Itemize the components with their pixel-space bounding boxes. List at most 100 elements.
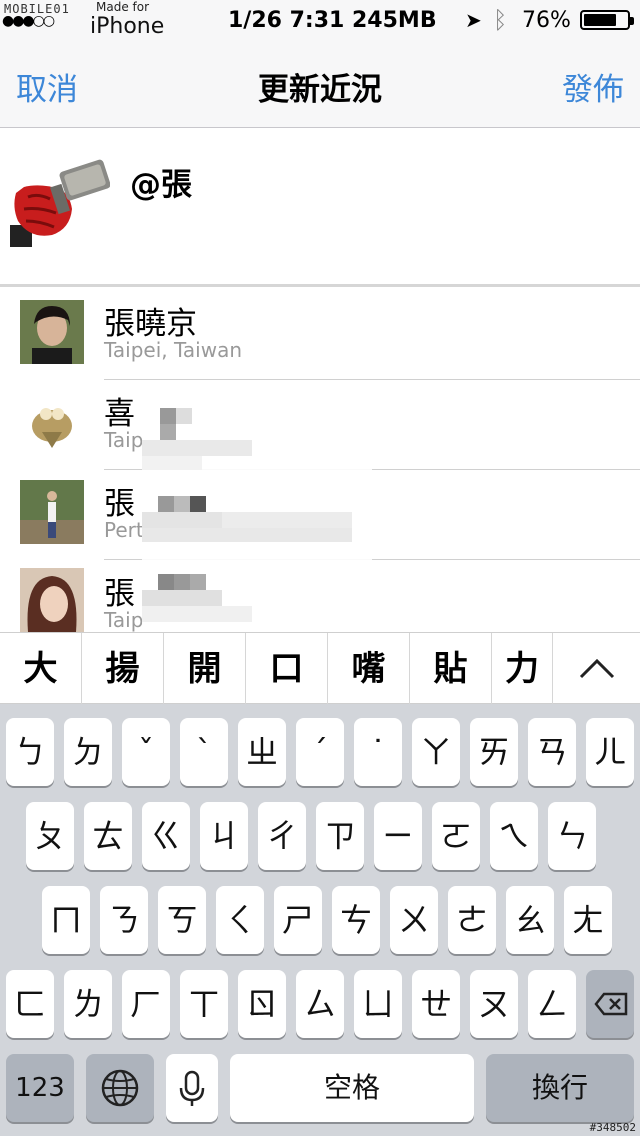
battery-icon bbox=[580, 10, 634, 30]
mention-suggestions: 張曉京 Taipei, Taiwan 喜 Taip 張 Pert 張 Taip bbox=[0, 290, 640, 632]
candidate-word[interactable]: 口 bbox=[246, 633, 328, 705]
avatar-image bbox=[10, 147, 110, 247]
status-bar: MOBILE01 ●●●○○ Made for iPhone 1/26 7:31… bbox=[0, 0, 640, 40]
key[interactable]: ㄏ bbox=[122, 970, 170, 1038]
key[interactable]: ˊ bbox=[296, 718, 344, 786]
key[interactable]: ㄍ bbox=[142, 802, 190, 870]
dictation-key[interactable] bbox=[166, 1054, 218, 1122]
return-key[interactable]: 換行 bbox=[486, 1054, 634, 1122]
suggestion-row[interactable]: 張曉京 Taipei, Taiwan bbox=[0, 290, 640, 380]
suggestion-location: Taipei, Taiwan bbox=[104, 338, 242, 362]
space-key[interactable]: 空格 bbox=[230, 1054, 474, 1122]
candidate-bar: 大 揚 開 口 嘴 貼 力 bbox=[0, 632, 640, 705]
suggestion-avatar bbox=[20, 568, 84, 632]
key[interactable]: ㄊ bbox=[84, 802, 132, 870]
key[interactable]: ㄥ bbox=[528, 970, 576, 1038]
avatar-image bbox=[20, 392, 84, 456]
key[interactable]: ㄎ bbox=[158, 886, 206, 954]
key[interactable]: ㄇ bbox=[42, 886, 90, 954]
expand-candidates-button[interactable] bbox=[552, 633, 640, 705]
globe-icon bbox=[101, 1069, 139, 1107]
candidate-word[interactable]: 開 bbox=[164, 633, 246, 705]
suggestion-name: 張曉京 bbox=[104, 306, 197, 342]
key[interactable]: ㄋ bbox=[100, 886, 148, 954]
device-label: iPhone bbox=[90, 14, 165, 39]
key[interactable]: ㄒ bbox=[180, 970, 228, 1038]
navigation-bar: 取消 更新近況 發佈 bbox=[0, 40, 640, 128]
key[interactable]: ㄉ bbox=[64, 718, 112, 786]
chevron-up-icon bbox=[579, 658, 615, 679]
key[interactable]: ㄚ bbox=[412, 718, 460, 786]
key[interactable]: ㄌ bbox=[64, 970, 112, 1038]
battery-nub bbox=[630, 17, 634, 25]
compose-area[interactable]: @張 bbox=[0, 129, 640, 287]
location-arrow-icon: ➤ bbox=[465, 8, 482, 32]
key[interactable]: ㄠ bbox=[506, 886, 554, 954]
key[interactable]: ㄞ bbox=[470, 718, 518, 786]
key[interactable]: ㄑ bbox=[216, 886, 264, 954]
backspace-icon bbox=[594, 992, 628, 1016]
suggestion-name: 張 bbox=[104, 576, 135, 612]
candidate-word[interactable]: 揚 bbox=[82, 633, 164, 705]
key[interactable]: ㄆ bbox=[26, 802, 74, 870]
key[interactable]: ㄩ bbox=[354, 970, 402, 1038]
key[interactable]: ㄦ bbox=[586, 718, 634, 786]
compose-text[interactable]: @張 bbox=[130, 159, 192, 204]
candidate-word[interactable]: 嘴 bbox=[328, 633, 410, 705]
suggestion-avatar bbox=[20, 392, 84, 456]
bluetooth-icon: ᛒ bbox=[493, 6, 508, 34]
suggestion-avatar bbox=[20, 480, 84, 544]
key[interactable]: ㄡ bbox=[470, 970, 518, 1038]
suggestion-location: Taip bbox=[104, 428, 144, 452]
key[interactable]: ㄓ bbox=[238, 718, 286, 786]
battery-fill bbox=[584, 14, 616, 26]
key[interactable]: ㄛ bbox=[432, 802, 480, 870]
suggestion-row[interactable]: 張 Pert bbox=[0, 470, 640, 560]
numbers-key[interactable]: 123 bbox=[6, 1054, 74, 1122]
candidate-word[interactable]: 貼 bbox=[410, 633, 492, 705]
key[interactable]: ㄨ bbox=[390, 886, 438, 954]
suggestion-row[interactable]: 張 Taip bbox=[0, 560, 640, 632]
avatar-image bbox=[20, 568, 84, 632]
key[interactable]: ㄕ bbox=[274, 886, 322, 954]
user-avatar bbox=[10, 147, 110, 247]
key[interactable]: ㄝ bbox=[412, 970, 460, 1038]
delete-key[interactable] bbox=[586, 970, 634, 1038]
suggestion-avatar bbox=[20, 300, 84, 364]
key[interactable]: ˇ bbox=[122, 718, 170, 786]
suggestion-name: 喜 bbox=[104, 396, 135, 432]
suggestion-name: 張 bbox=[104, 486, 135, 522]
key[interactable]: ㄔ bbox=[258, 802, 306, 870]
suggestion-location: Taip bbox=[104, 608, 144, 632]
page-title: 更新近況 bbox=[258, 72, 382, 108]
globe-key[interactable] bbox=[86, 1054, 154, 1122]
made-for-label: Made for bbox=[96, 0, 150, 14]
battery-percent: 76% bbox=[522, 8, 571, 33]
key[interactable]: ㄈ bbox=[6, 970, 54, 1038]
avatar-image bbox=[20, 480, 84, 544]
signal-strength-icon: ●●●○○ bbox=[2, 13, 55, 29]
key[interactable]: ㄅ bbox=[6, 718, 54, 786]
watermark: #348502 bbox=[589, 1121, 636, 1134]
key[interactable]: ˋ bbox=[180, 718, 228, 786]
key[interactable]: ㄣ bbox=[548, 802, 596, 870]
suggestion-location: Pert bbox=[104, 518, 144, 542]
key[interactable]: ㄐ bbox=[200, 802, 248, 870]
post-button[interactable]: 發佈 bbox=[562, 64, 624, 109]
key[interactable]: ˙ bbox=[354, 718, 402, 786]
candidate-word[interactable]: 大 bbox=[0, 633, 82, 705]
key[interactable]: ㄜ bbox=[448, 886, 496, 954]
status-time: 1/26 7:31 245MB bbox=[228, 8, 437, 33]
key[interactable]: ㄤ bbox=[564, 886, 612, 954]
avatar-image bbox=[20, 300, 84, 364]
suggestion-row[interactable]: 喜 Taip bbox=[0, 380, 640, 470]
key[interactable]: ㄧ bbox=[374, 802, 422, 870]
key[interactable]: ㄢ bbox=[528, 718, 576, 786]
key[interactable]: ㄙ bbox=[296, 970, 344, 1038]
key[interactable]: ㄗ bbox=[316, 802, 364, 870]
keyboard: ㄅ ㄉ ˇ ˋ ㄓ ˊ ˙ ㄚ ㄞ ㄢ ㄦ ㄆ ㄊ ㄍ ㄐ ㄔ ㄗ ㄧ ㄛ ㄟ … bbox=[0, 704, 640, 1136]
key[interactable]: ㄘ bbox=[332, 886, 380, 954]
key[interactable]: ㄖ bbox=[238, 970, 286, 1038]
candidate-word[interactable]: 力 bbox=[492, 633, 552, 705]
key[interactable]: ㄟ bbox=[490, 802, 538, 870]
